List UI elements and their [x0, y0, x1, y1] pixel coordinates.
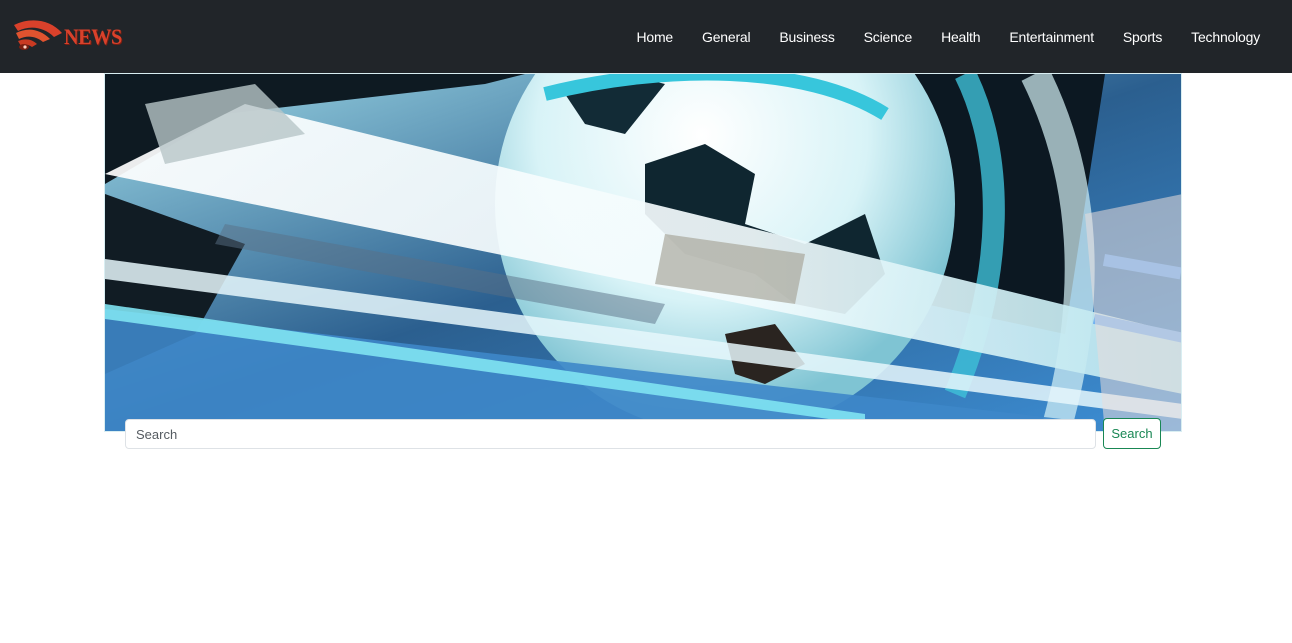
nav-business[interactable]: Business: [779, 29, 834, 45]
search-form: Search: [125, 418, 1161, 449]
nav-home[interactable]: Home: [636, 29, 673, 45]
navbar: NEWS Home General Business Science Healt…: [0, 0, 1292, 73]
nav-science[interactable]: Science: [864, 29, 913, 45]
nav-sports[interactable]: Sports: [1123, 29, 1162, 45]
nav-entertainment[interactable]: Entertainment: [1009, 29, 1094, 45]
search-input[interactable]: [125, 419, 1096, 449]
nav-links: Home General Business Science Health Ent…: [607, 0, 1260, 73]
nav-general[interactable]: General: [702, 29, 751, 45]
hero-banner-image: [104, 73, 1182, 432]
nav-technology[interactable]: Technology: [1191, 29, 1260, 45]
logo-text: NEWS: [64, 24, 122, 49]
broadcast-icon: [14, 20, 62, 50]
news-logo[interactable]: NEWS: [10, 11, 122, 57]
search-button[interactable]: Search: [1103, 418, 1161, 449]
nav-health[interactable]: Health: [941, 29, 980, 45]
globe-graphic: [105, 74, 1181, 431]
